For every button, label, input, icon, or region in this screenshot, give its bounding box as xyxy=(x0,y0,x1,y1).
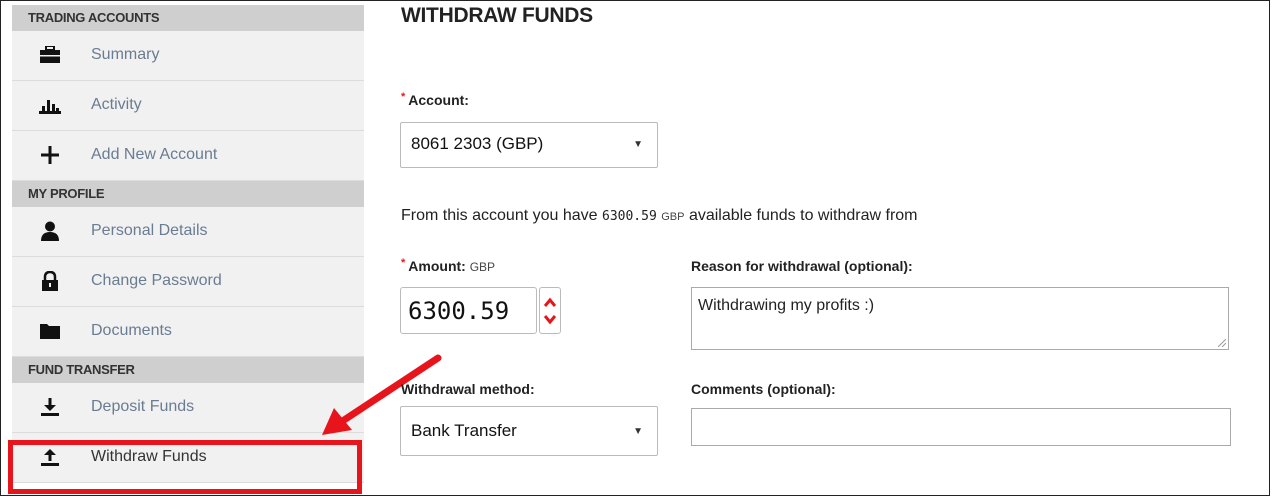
sidebar-item-activity[interactable]: Activity xyxy=(12,81,364,131)
amount-stepper[interactable] xyxy=(539,287,561,334)
amount-input[interactable]: 6300.59 xyxy=(400,287,537,334)
sidebar-item-summary[interactable]: Summary xyxy=(12,31,364,81)
sidebar-item-label: Summary xyxy=(91,46,160,63)
reason-textarea[interactable]: Withdrawing my profits :) xyxy=(691,287,1229,350)
amount-label: * Amount: GBP xyxy=(401,257,496,274)
required-marker: * xyxy=(401,257,406,269)
sidebar-item-personal-details[interactable]: Personal Details xyxy=(12,207,364,257)
plus-icon xyxy=(39,144,61,166)
comments-input[interactable] xyxy=(691,408,1231,446)
folder-icon xyxy=(39,320,61,342)
sidebar-item-add-new-account[interactable]: Add New Account xyxy=(12,131,364,181)
available-amount: 6300.59 xyxy=(602,209,657,224)
lock-icon xyxy=(39,270,61,292)
section-header-trading-accounts: TRADING ACCOUNTS xyxy=(12,5,364,31)
sidebar-item-label: Activity xyxy=(91,96,142,113)
page-title: WITHDRAW FUNDS xyxy=(401,4,593,27)
sidebar-item-label: Documents xyxy=(91,322,172,339)
section-header-my-profile: MY PROFILE xyxy=(12,181,364,207)
available-currency: GBP xyxy=(661,211,685,223)
available-funds-text: From this account you have 6300.59 GBP a… xyxy=(401,207,918,224)
sidebar-item-label: Deposit Funds xyxy=(91,398,195,415)
highlight-box xyxy=(8,440,362,494)
amount-unit: GBP xyxy=(469,260,496,274)
sidebar-item-documents[interactable]: Documents xyxy=(12,307,364,357)
briefcase-icon xyxy=(39,44,61,66)
chevron-down-icon: ▼ xyxy=(633,426,643,437)
reason-label: Reason for withdrawal (optional): xyxy=(691,258,913,274)
comments-label: Comments (optional): xyxy=(691,381,836,397)
sidebar-item-label: Change Password xyxy=(91,272,222,289)
chevron-down-icon: ▼ xyxy=(633,139,643,150)
sidebar-item-label: Personal Details xyxy=(91,222,208,239)
sidebar-item-change-password[interactable]: Change Password xyxy=(12,257,364,307)
stepper-arrows-icon[interactable] xyxy=(544,296,556,326)
sidebar-item-label: Add New Account xyxy=(91,146,218,163)
user-icon xyxy=(39,220,61,242)
download-icon xyxy=(39,396,61,418)
withdrawal-method-select[interactable]: Bank Transfer ▼ xyxy=(400,406,658,456)
bar-chart-icon xyxy=(39,94,61,116)
account-select[interactable]: 8061 2303 (GBP) ▼ xyxy=(400,122,658,168)
withdrawal-method-label: Withdrawal method: xyxy=(401,381,535,397)
required-marker: * xyxy=(401,91,406,103)
account-label: * Account: xyxy=(401,91,469,108)
resize-handle-icon[interactable] xyxy=(1218,339,1226,347)
